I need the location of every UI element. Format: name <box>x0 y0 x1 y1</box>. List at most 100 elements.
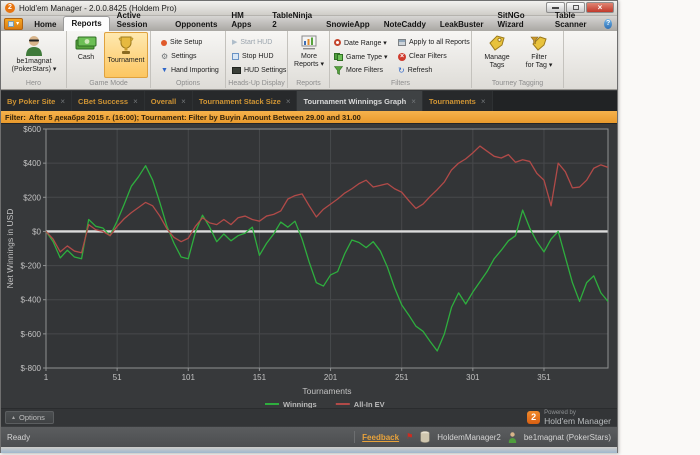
manage-tags-button[interactable]: Manage Tags <box>478 34 516 70</box>
play-icon: ▶ <box>232 39 238 46</box>
settings-button[interactable]: ⚙ Settings <box>161 51 196 62</box>
tab-overall[interactable]: Overall × <box>144 91 193 111</box>
flag-icon: ⚑ <box>406 432 414 441</box>
clear-filters-icon: × <box>398 52 406 61</box>
hero-avatar-icon <box>26 36 42 56</box>
hud-settings-button[interactable]: HUD Settings <box>232 65 286 76</box>
filter-bar: Filter: After 5 декабря 2015 г. (16:00);… <box>1 111 617 124</box>
stop-hud-button[interactable]: Stop HUD <box>232 51 274 62</box>
ribbon-group-filters: Date Range ▾ Game Type ▾ More Filters Ap… <box>330 31 472 88</box>
user-icon <box>508 431 517 443</box>
close-icon[interactable]: × <box>181 97 186 106</box>
status-bar: Ready Feedback ⚑ HoldemManager2 be1magna… <box>1 426 617 447</box>
menu-item-opponents[interactable]: Opponents <box>168 18 224 31</box>
help-icon[interactable]: ? <box>604 19 612 29</box>
tab-by-poker-site[interactable]: By Poker Site × <box>1 91 73 111</box>
menu-item-reports[interactable]: Reports <box>63 16 110 31</box>
svg-text:251: 251 <box>395 373 409 382</box>
apply-all-reports-button[interactable]: Apply to all Reports <box>398 37 470 48</box>
svg-text:$-600: $-600 <box>21 330 42 339</box>
apply-all-icon <box>398 39 406 46</box>
app-menu-button[interactable]: ▾ <box>4 18 24 30</box>
menu-item-leakbuster[interactable]: LeakBuster <box>433 18 491 31</box>
close-icon[interactable]: × <box>60 97 65 106</box>
close-icon[interactable]: × <box>133 97 138 106</box>
chevron-down-icon: ▾ <box>16 21 20 27</box>
menu-item-active-session[interactable]: Active Session <box>110 9 169 31</box>
tab-label: Tournament Winnings Graph <box>303 96 407 106</box>
menu-item-hm-apps[interactable]: HM Apps <box>224 9 265 31</box>
hero-button[interactable]: be1magnat (PokerStars) ▾ <box>4 33 64 74</box>
clear-filters-label: Clear Filters <box>409 53 447 60</box>
game-type-button[interactable]: Game Type ▾ <box>334 51 388 62</box>
ribbon-group-game-mode: Cash Tournament Game Mode <box>67 31 151 88</box>
menu-item-table-scanner[interactable]: Table Scanner <box>548 9 604 31</box>
powered-line2: Hold'em Manager <box>544 416 611 426</box>
tab-label: Tournament Stack Size <box>198 96 281 106</box>
date-range-icon <box>334 39 341 46</box>
cash-label: Cash <box>77 54 95 61</box>
clear-filters-button[interactable]: × Clear Filters <box>398 51 447 62</box>
tab-label: CBet Success <box>78 96 129 106</box>
more-filters-button[interactable]: More Filters <box>334 65 383 76</box>
menu-item-snowieapp[interactable]: SnowieApp <box>319 18 377 31</box>
svg-text:$0: $0 <box>32 227 41 236</box>
tab-tournaments[interactable]: Tournaments × <box>422 91 493 111</box>
database-name: HoldemManager2 <box>437 432 501 442</box>
database-icon <box>420 431 430 443</box>
menu-item-notecaddy[interactable]: NoteCaddy <box>377 18 433 31</box>
svg-text:$400: $400 <box>23 159 41 168</box>
game-type-label: Game Type ▾ <box>346 53 388 61</box>
tab-label: By Poker Site <box>7 96 56 106</box>
logged-in-user: be1magnat (PokerStars) <box>523 432 611 442</box>
cash-button[interactable]: Cash <box>71 35 101 62</box>
close-icon[interactable]: × <box>286 97 291 106</box>
tab-tournament-winnings-graph[interactable]: Tournament Winnings Graph × <box>297 91 423 111</box>
more-reports-line1: More <box>301 53 317 60</box>
date-range-button[interactable]: Date Range ▾ <box>334 37 387 48</box>
tab-tournament-stack-size[interactable]: Tournament Stack Size × <box>192 91 298 111</box>
divider <box>354 431 356 443</box>
options-label: Options <box>19 413 45 422</box>
refresh-icon: ↻ <box>398 65 405 75</box>
filter-for-tag-button[interactable]: Filter for Tag ▾ <box>520 34 558 70</box>
close-icon[interactable]: × <box>481 97 486 106</box>
cash-icon <box>75 36 97 50</box>
svg-text:$-800: $-800 <box>21 364 42 373</box>
site-setup-button[interactable]: Site Setup <box>161 37 202 48</box>
options-button[interactable]: ▴ Options <box>5 411 54 424</box>
feedback-link[interactable]: Feedback <box>362 433 399 442</box>
filter-text: After 5 декабря 2015 г. (16:00); Tournam… <box>28 112 361 122</box>
menu-item-home[interactable]: Home <box>27 18 63 31</box>
svg-text:51: 51 <box>113 373 122 382</box>
ribbon-group-options: Site Setup ⚙ Settings ▼ Hand Importing O… <box>151 31 226 88</box>
start-hud-label: Start HUD <box>240 39 273 46</box>
more-reports-line2: Reports ▾ <box>294 61 324 68</box>
hand-importing-button[interactable]: ▼ Hand Importing <box>161 65 219 76</box>
svg-text:$-400: $-400 <box>21 296 42 305</box>
import-arrow-icon: ▼ <box>161 67 168 74</box>
more-reports-button[interactable]: More Reports ▾ <box>291 34 327 69</box>
refresh-label: Refresh <box>407 67 433 74</box>
ribbon-group-tagging: Manage Tags Filter for Tag ▾ Tourney Tag… <box>472 31 564 88</box>
tab-cbet-success[interactable]: CBet Success × <box>72 91 145 111</box>
group-label-tagging: Tourney Tagging <box>491 80 544 87</box>
ribbon-group-reports: More Reports ▾ Reports <box>288 31 330 88</box>
group-label-hud: Heads-Up Display <box>228 80 285 87</box>
refresh-button[interactable]: ↻ Refresh <box>398 65 432 76</box>
filter-label: Filter: <box>5 112 26 122</box>
svg-text:Net Winnings in USD: Net Winnings in USD <box>5 209 15 289</box>
menu-item-sitngo-wizard[interactable]: SitNGo Wizard <box>491 9 548 31</box>
chevron-up-icon: ▴ <box>12 415 16 421</box>
app-window: 2 Hold'em Manager - 2.0.0.8425 (Holdem P… <box>0 0 618 453</box>
ribbon: be1magnat (PokerStars) ▾ Hero Cash Tourn… <box>1 31 617 90</box>
stop-hud-label: Stop HUD <box>242 53 274 60</box>
apply-all-label: Apply to all Reports <box>409 39 470 46</box>
menu-item-tableninja[interactable]: TableNinja 2 <box>265 9 319 31</box>
group-label-filters: Filters <box>390 80 411 87</box>
filter-for-tag-line1: Filter <box>531 54 547 61</box>
tournament-button[interactable]: Tournament <box>104 32 148 78</box>
close-icon[interactable]: × <box>411 97 416 106</box>
start-hud-button[interactable]: ▶ Start HUD <box>232 37 272 48</box>
more-reports-icon <box>301 35 317 50</box>
